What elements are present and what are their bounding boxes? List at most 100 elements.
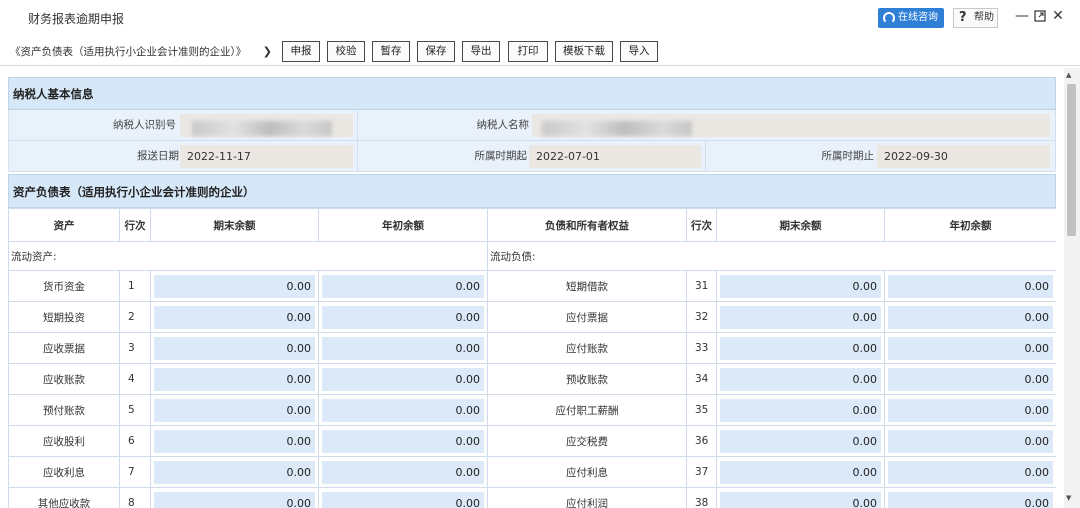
- liability-begin-balance-input-cell: 0.00: [884, 456, 1056, 488]
- liability-line-no: 33: [686, 332, 717, 364]
- period-end-field[interactable]: 2022-09-30: [877, 145, 1050, 168]
- liability-begin-balance-input[interactable]: 0.00: [888, 305, 1053, 329]
- liability-end-balance-input-cell: 0.00: [716, 456, 885, 488]
- liability-line-no: 36: [686, 425, 717, 457]
- table-header-row: 资产 行次 期末余额 年初余额 负债和所有者权益 行次 期末余额 年初余额: [8, 208, 1056, 242]
- period-start-field[interactable]: 2022-07-01: [529, 145, 701, 168]
- asset-name: 短期投资: [8, 301, 120, 333]
- online-consult-button[interactable]: 在线咨询: [878, 8, 944, 28]
- export-button[interactable]: 导出: [462, 41, 500, 62]
- taxpayer-info-row-1: 纳税人识别号 纳税人名称: [8, 110, 1056, 141]
- col-header-line: 行次: [686, 208, 717, 242]
- scroll-up-icon[interactable]: ▲: [1066, 71, 1071, 79]
- liability-name: 应付利息: [487, 456, 687, 488]
- table-row: 货币资金 1 0.00 0.00 短期借款 31 0.00 0.00: [8, 270, 1056, 302]
- scroll-down-icon[interactable]: ▼: [1066, 494, 1071, 502]
- temp-save-button[interactable]: 暂存: [372, 41, 410, 62]
- import-button[interactable]: 导入: [620, 41, 658, 62]
- asset-end-balance-input[interactable]: 0.00: [154, 367, 315, 391]
- asset-line-no: 8: [119, 487, 151, 508]
- taxpayer-id-label: 纳税人识别号: [113, 119, 176, 131]
- maximize-icon[interactable]: [1033, 9, 1047, 23]
- asset-begin-balance-input[interactable]: 0.00: [322, 460, 484, 484]
- liability-begin-balance-input[interactable]: 0.00: [888, 274, 1053, 298]
- taxpayer-name-field[interactable]: [532, 114, 1050, 137]
- asset-end-balance-input[interactable]: 0.00: [154, 398, 315, 422]
- asset-begin-balance-input-cell: 0.00: [318, 394, 488, 426]
- asset-begin-balance-input[interactable]: 0.00: [322, 274, 484, 298]
- liability-end-balance-input[interactable]: 0.00: [720, 274, 881, 298]
- asset-end-balance-input[interactable]: 0.00: [154, 305, 315, 329]
- print-button[interactable]: 打印: [508, 41, 548, 62]
- asset-end-balance-input-cell: 0.00: [150, 363, 319, 395]
- asset-name: 预付账款: [8, 394, 120, 426]
- liability-end-balance-input[interactable]: 0.00: [720, 460, 881, 484]
- asset-begin-balance-input[interactable]: 0.00: [322, 398, 484, 422]
- asset-begin-balance-input[interactable]: 0.00: [322, 367, 484, 391]
- liability-name: 短期借款: [487, 270, 687, 302]
- liability-end-balance-input-cell: 0.00: [716, 332, 885, 364]
- liability-end-balance-input[interactable]: 0.00: [720, 429, 881, 453]
- submit-button[interactable]: 申报: [282, 41, 320, 62]
- current-liabilities-label: 流动负债:: [487, 241, 1056, 271]
- liability-end-balance-input[interactable]: 0.00: [720, 336, 881, 360]
- liability-begin-balance-input[interactable]: 0.00: [888, 336, 1053, 360]
- redacted-value: [542, 121, 692, 136]
- report-select[interactable]: 《资产负债表（适用执行小企业会计准则的企业）》 ❯: [10, 42, 274, 62]
- asset-end-balance-input[interactable]: 0.00: [154, 274, 315, 298]
- liability-begin-balance-input[interactable]: 0.00: [888, 367, 1053, 391]
- taxpayer-id-field[interactable]: [180, 114, 353, 137]
- window-title: 财务报表逾期申报: [28, 12, 125, 26]
- submit-date-field[interactable]: 2022-11-17: [180, 145, 353, 168]
- asset-end-balance-input[interactable]: 0.00: [154, 491, 315, 508]
- report-select-value: 《资产负债表（适用执行小企业会计准则的企业）》: [10, 46, 247, 58]
- liability-end-balance-input[interactable]: 0.00: [720, 398, 881, 422]
- liability-begin-balance-input[interactable]: 0.00: [888, 398, 1053, 422]
- liability-begin-balance-input-cell: 0.00: [884, 487, 1056, 508]
- col-header-begin-balance: 年初余额: [318, 208, 488, 242]
- liability-line-no: 37: [686, 456, 717, 488]
- liability-name: 应付利润: [487, 487, 687, 508]
- template-download-button[interactable]: 模板下载: [555, 41, 613, 62]
- asset-end-balance-input[interactable]: 0.00: [154, 336, 315, 360]
- group-row: 流动资产: 流动负债:: [8, 241, 1056, 271]
- col-header-end-balance: 期末余额: [150, 208, 319, 242]
- liability-end-balance-input-cell: 0.00: [716, 394, 885, 426]
- asset-end-balance-input[interactable]: 0.00: [154, 429, 315, 453]
- liability-end-balance-input[interactable]: 0.00: [720, 305, 881, 329]
- asset-name: 应收账款: [8, 363, 120, 395]
- liability-begin-balance-input[interactable]: 0.00: [888, 460, 1053, 484]
- save-button[interactable]: 保存: [417, 41, 455, 62]
- table-row: 预付账款 5 0.00 0.00 应付职工薪酬 35 0.00 0.00: [8, 394, 1056, 426]
- form-content: 纳税人基本信息 纳税人识别号 纳税人名称 报送日期 2022-11-17 所属时…: [8, 77, 1056, 508]
- liability-begin-balance-input[interactable]: 0.00: [888, 429, 1053, 453]
- headset-icon: [883, 12, 895, 24]
- asset-begin-balance-input-cell: 0.00: [318, 456, 488, 488]
- redacted-value: [192, 121, 332, 136]
- asset-begin-balance-input[interactable]: 0.00: [322, 491, 484, 508]
- balance-sheet-section-title: 资产负债表（适用执行小企业会计准则的企业）: [8, 174, 1056, 208]
- liability-begin-balance-input-cell: 0.00: [884, 425, 1056, 457]
- asset-begin-balance-input[interactable]: 0.00: [322, 305, 484, 329]
- liability-begin-balance-input-cell: 0.00: [884, 363, 1056, 395]
- asset-name: 货币资金: [8, 270, 120, 302]
- table-row: 应收票据 3 0.00 0.00 应付账款 33 0.00 0.00: [8, 332, 1056, 364]
- asset-begin-balance-input[interactable]: 0.00: [322, 336, 484, 360]
- asset-end-balance-input[interactable]: 0.00: [154, 460, 315, 484]
- liability-end-balance-input[interactable]: 0.00: [720, 491, 881, 508]
- asset-begin-balance-input-cell: 0.00: [318, 425, 488, 457]
- table-row: 应收利息 7 0.00 0.00 应付利息 37 0.00 0.00: [8, 456, 1056, 488]
- close-icon[interactable]: ✕: [1051, 9, 1065, 23]
- validate-button[interactable]: 校验: [327, 41, 365, 62]
- liability-begin-balance-input[interactable]: 0.00: [888, 491, 1053, 508]
- asset-begin-balance-input-cell: 0.00: [318, 270, 488, 302]
- table-row: 短期投资 2 0.00 0.00 应付票据 32 0.00 0.00: [8, 301, 1056, 333]
- liability-end-balance-input-cell: 0.00: [716, 270, 885, 302]
- minimize-icon[interactable]: —: [1015, 9, 1029, 23]
- asset-begin-balance-input[interactable]: 0.00: [322, 429, 484, 453]
- liability-begin-balance-input-cell: 0.00: [884, 270, 1056, 302]
- asset-line-no: 4: [119, 363, 151, 395]
- help-button[interactable]: ? 帮助: [953, 8, 998, 28]
- scrollbar-thumb[interactable]: [1067, 84, 1076, 236]
- liability-end-balance-input[interactable]: 0.00: [720, 367, 881, 391]
